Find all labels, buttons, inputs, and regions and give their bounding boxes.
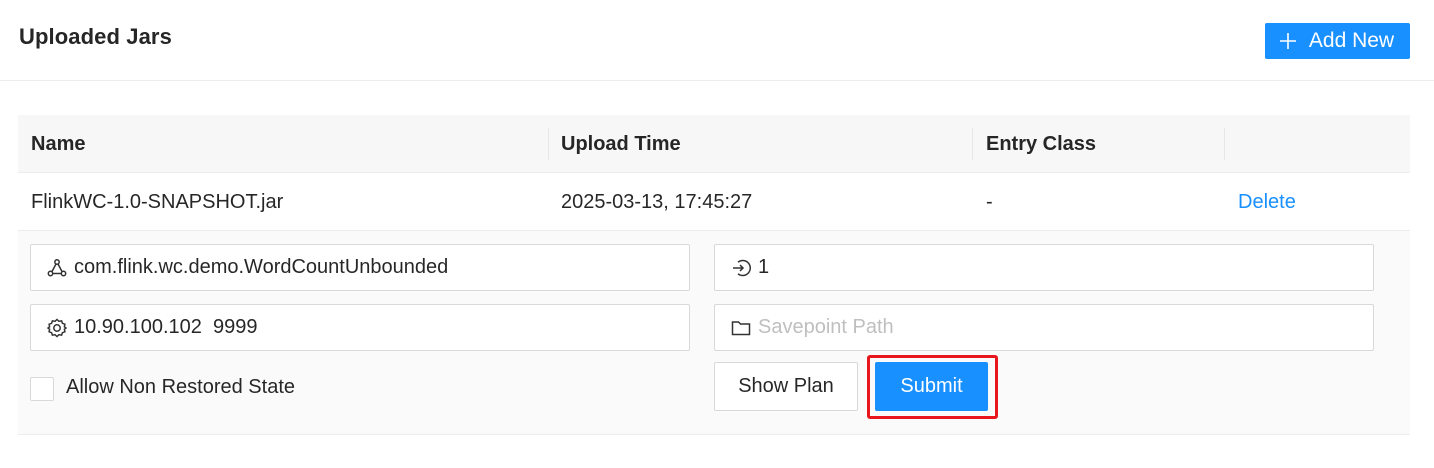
jar-name: FlinkWC-1.0-SNAPSHOT.jar <box>31 191 284 213</box>
savepoint-path-input[interactable]: Savepoint Path <box>714 304 1374 351</box>
page-title: Uploaded Jars <box>19 24 172 49</box>
cluster-icon <box>46 257 68 279</box>
savepoint-path-placeholder: Savepoint Path <box>758 316 894 338</box>
jar-upload-time: 2025-03-13, 17:45:27 <box>561 191 753 213</box>
program-args-value: 10.90.100.102 9999 <box>74 316 258 338</box>
page-header: Uploaded Jars Add New <box>0 0 1434 81</box>
add-new-label: Add New <box>1308 29 1395 52</box>
setting-icon <box>46 317 68 339</box>
table-header: Name Upload Time Entry Class <box>18 115 1410 173</box>
submit-button[interactable]: Submit <box>875 362 988 411</box>
delete-link[interactable]: Delete <box>1238 173 1296 231</box>
jars-table: Name Upload Time Entry Class FlinkWC-1.0… <box>18 115 1410 435</box>
uploaded-jars-page: Uploaded Jars Add New Name Upload Time E… <box>0 0 1434 468</box>
table-row[interactable]: FlinkWC-1.0-SNAPSHOT.jar 2025-03-13, 17:… <box>18 173 1410 231</box>
program-args-input[interactable]: 10.90.100.102 9999 <box>30 304 690 351</box>
jar-entry-class: - <box>986 191 993 213</box>
allow-non-restored-checkbox[interactable] <box>30 377 54 401</box>
column-divider <box>972 128 973 160</box>
submit-job-panel: com.flink.wc.demo.WordCountUnbounded 1 1… <box>18 231 1410 435</box>
folder-icon <box>730 317 752 339</box>
add-new-button[interactable]: Add New <box>1265 23 1410 59</box>
column-header-name: Name <box>31 133 86 155</box>
column-divider <box>1224 128 1225 160</box>
parallelism-input[interactable]: 1 <box>714 244 1374 291</box>
entry-class-input[interactable]: com.flink.wc.demo.WordCountUnbounded <box>30 244 690 291</box>
login-icon <box>730 257 752 279</box>
allow-non-restored-label[interactable]: Allow Non Restored State <box>66 376 295 399</box>
plus-icon <box>1279 32 1297 50</box>
column-header-upload-time: Upload Time <box>561 133 681 155</box>
show-plan-button[interactable]: Show Plan <box>714 362 858 411</box>
parallelism-value: 1 <box>758 256 770 278</box>
column-header-entry-class: Entry Class <box>986 133 1097 155</box>
entry-class-value: com.flink.wc.demo.WordCountUnbounded <box>74 256 449 278</box>
column-divider <box>548 128 549 160</box>
